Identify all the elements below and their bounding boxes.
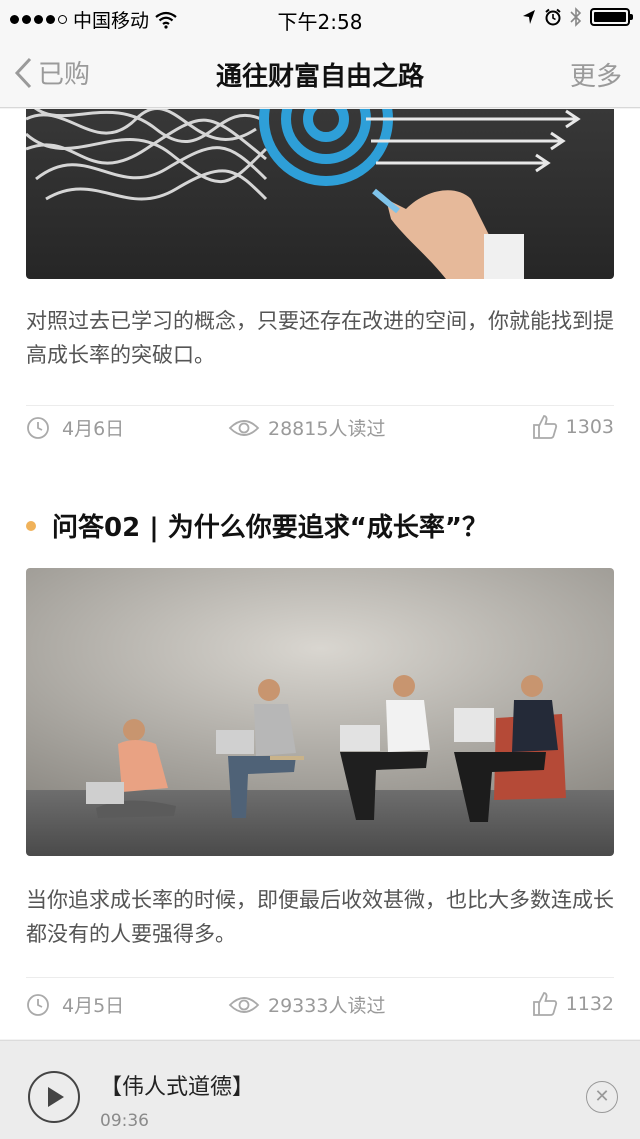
clock-icon xyxy=(27,993,49,1016)
status-right xyxy=(522,7,633,27)
thumbs-up-icon xyxy=(532,415,557,439)
player-track-time: 09:36 xyxy=(100,1111,149,1131)
back-button[interactable]: 已购 xyxy=(12,54,90,91)
article-date: 4月6日 xyxy=(26,414,124,441)
article-title[interactable]: 问答02 | 为什么你要追求“成长率”？ xyxy=(26,507,488,544)
likes-count: 1303 xyxy=(565,416,614,438)
eye-icon xyxy=(228,996,260,1013)
article-card[interactable]: 问答02 | 为什么你要追求“成长率”？ 当你追求成长率的时候，即便最后收效甚微… xyxy=(0,479,640,1039)
thumbs-up-icon xyxy=(532,992,557,1016)
article-list[interactable]: 对照过去已学习的概念，只要还存在改进的空间，你就能找到提高成长率的突破口。 4月… xyxy=(0,109,640,1039)
article-description: 当你追求成长率的时候，即便最后收效甚微，也比大多数连成长都没有的人要强得多。 xyxy=(26,888,614,946)
chevron-left-icon xyxy=(14,57,32,88)
article-date: 4月5日 xyxy=(26,991,124,1018)
bluetooth-icon xyxy=(570,7,582,27)
play-button[interactable] xyxy=(28,1071,80,1123)
close-icon: ✕ xyxy=(594,1086,610,1107)
like-button[interactable]: 1132 xyxy=(532,991,614,1017)
close-player-button[interactable]: ✕ xyxy=(586,1081,618,1113)
more-button[interactable]: 更多 xyxy=(570,56,622,93)
page-title: 通往财富自由之路 xyxy=(215,62,424,92)
article-title-text: 问答02 | 为什么你要追求“成长率”？ xyxy=(52,513,488,543)
unread-dot xyxy=(26,520,36,531)
divider xyxy=(26,405,614,406)
article-meta: 4月5日 29333人读过 1132 xyxy=(26,991,614,1027)
article-cover-image xyxy=(26,109,614,279)
article-views: 29333人读过 xyxy=(228,991,385,1018)
navigation-bar: 已购 通往财富自由之路 更多 xyxy=(0,36,640,108)
article-meta: 4月6日 28815人读过 1303 xyxy=(26,414,614,450)
location-arrow-icon xyxy=(523,10,535,24)
divider xyxy=(26,977,614,978)
back-label: 已购 xyxy=(38,60,91,90)
clock-icon xyxy=(27,416,49,439)
audio-player-bar[interactable]: 【伟人式道德】 09:36 ✕ xyxy=(0,1040,640,1139)
views-text: 28815人读过 xyxy=(268,418,386,440)
article-cover-image xyxy=(26,568,614,856)
status-bar: 中国移动 下午2:58 xyxy=(0,0,640,36)
likes-count: 1132 xyxy=(565,993,614,1015)
article-views: 28815人读过 xyxy=(228,414,385,441)
like-button[interactable]: 1303 xyxy=(532,414,614,440)
player-track-title: 【伟人式道德】 xyxy=(100,1075,255,1100)
alarm-icon xyxy=(545,8,561,26)
date-text: 4月5日 xyxy=(62,995,125,1017)
article-description: 对照过去已学习的概念，只要还存在改进的空间，你就能找到提高成长率的突破口。 xyxy=(26,309,614,367)
date-text: 4月6日 xyxy=(62,418,125,440)
eye-icon xyxy=(228,419,260,436)
battery-icon xyxy=(590,8,633,26)
views-text: 29333人读过 xyxy=(268,995,386,1017)
